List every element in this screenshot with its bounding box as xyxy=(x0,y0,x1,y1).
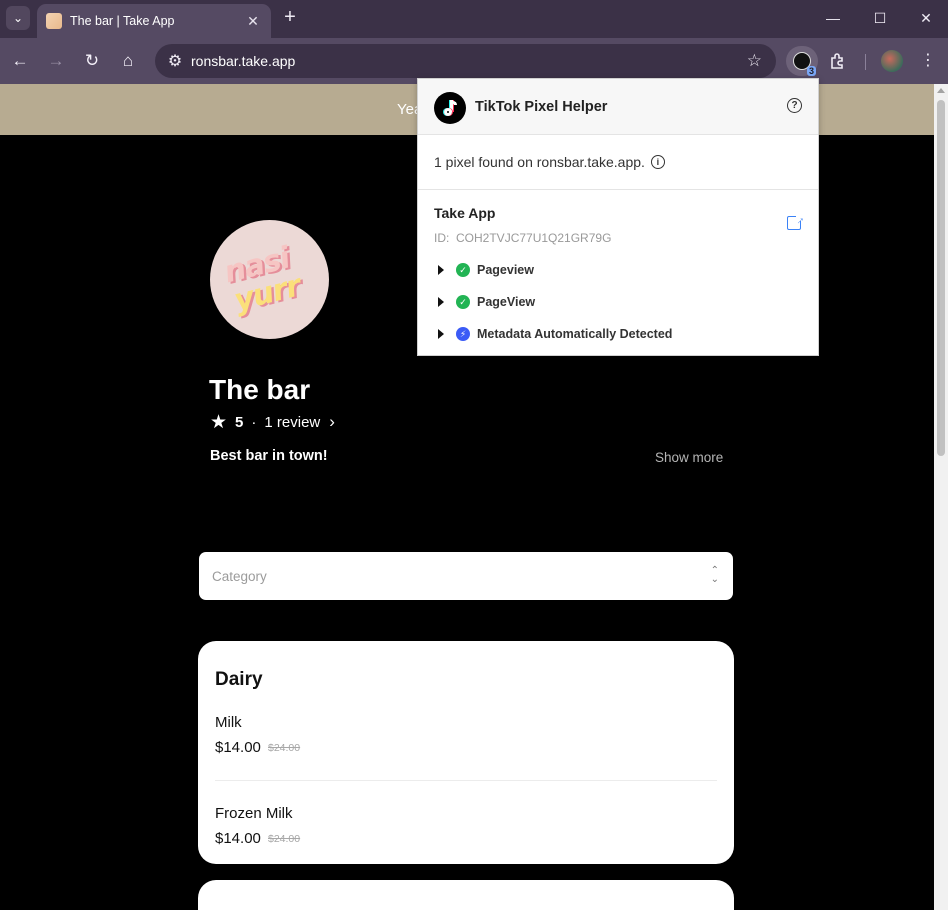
caret-right-icon[interactable] xyxy=(438,265,444,275)
event-row-pageview-2[interactable]: ✓ PageView xyxy=(438,293,535,311)
reload-icon: ↻ xyxy=(84,51,100,70)
close-icon: ✕ xyxy=(247,12,259,29)
event-label: Pageview xyxy=(477,263,534,277)
popup-divider xyxy=(418,189,818,190)
back-button[interactable]: ← xyxy=(8,49,32,73)
category-card-dairy: Dairy Milk $14.00 $24.00 Frozen Milk $14… xyxy=(198,641,734,864)
event-label: PageView xyxy=(477,295,536,309)
pixel-id-value: COH2TVJC77U1Q21GR79G xyxy=(456,231,612,245)
check-circle-icon: ✓ xyxy=(456,295,470,309)
section-title: Dairy xyxy=(215,669,263,690)
pixel-name: Take App xyxy=(434,205,496,221)
item-divider xyxy=(215,780,717,781)
popup-header: TikTok Pixel Helper ? xyxy=(418,79,818,135)
extensions-button[interactable] xyxy=(822,46,854,76)
caret-right-icon[interactable] xyxy=(438,329,444,339)
tiktok-logo-icon xyxy=(434,92,466,124)
reload-button[interactable]: ↻ xyxy=(80,49,104,73)
star-icon[interactable]: ☆ xyxy=(747,51,762,71)
category-card-next xyxy=(198,880,734,910)
store-name: The bar xyxy=(209,374,311,405)
product-price: $14.00 xyxy=(215,739,261,756)
tiktok-extension-button[interactable]: 3 xyxy=(786,46,818,76)
category-placeholder: Category xyxy=(212,569,267,584)
chevron-down-icon: ⌄ xyxy=(12,11,24,25)
pixel-id-label: ID: xyxy=(434,231,450,245)
popup-title: TikTok Pixel Helper xyxy=(475,99,608,115)
product-original-price: $24.00 xyxy=(268,742,301,754)
help-icon[interactable]: ? xyxy=(787,98,802,113)
maximize-button[interactable]: ☐ xyxy=(857,0,903,36)
event-row-metadata[interactable]: ⚡ Metadata Automatically Detected xyxy=(438,325,672,343)
scroll-thumb[interactable] xyxy=(937,100,945,456)
minimize-button[interactable]: — xyxy=(810,0,856,36)
tab-bar: ⌄ The bar | Take App ✕ + — ☐ ✕ xyxy=(0,0,948,38)
close-window-button[interactable]: ✕ xyxy=(903,0,948,36)
show-more-button[interactable]: Show more xyxy=(655,450,723,465)
url-text[interactable]: ronsbar.take.app xyxy=(191,53,295,69)
check-circle-icon: ✓ xyxy=(456,263,470,277)
home-icon: ⌂ xyxy=(122,51,134,70)
new-tab-button[interactable]: + xyxy=(280,6,300,28)
site-info-button[interactable]: ⚙ xyxy=(163,49,187,73)
plus-icon: + xyxy=(284,6,296,28)
product-price: $14.00 xyxy=(215,830,261,847)
tab-active[interactable]: The bar | Take App ✕ xyxy=(37,4,271,38)
forward-button[interactable]: → xyxy=(44,49,68,73)
profile-avatar[interactable] xyxy=(881,50,903,72)
tab-search-button[interactable]: ⌄ xyxy=(6,6,30,30)
pixel-id: ID: COH2TVJC77U1Q21GR79G xyxy=(434,231,611,245)
minimize-icon: — xyxy=(826,10,840,26)
toolbar-divider xyxy=(865,54,866,70)
bolt-icon: ⚡ xyxy=(456,327,470,341)
arrow-right-icon: → xyxy=(47,51,65,70)
rating-separator: · xyxy=(251,413,257,431)
rating-value: 5 xyxy=(235,413,244,431)
tiktok-pixel-helper-popup: TikTok Pixel Helper ? 1 pixel found on r… xyxy=(417,78,819,356)
scroll-up-arrow-icon[interactable] xyxy=(937,88,945,93)
menu-button[interactable]: ⋮ xyxy=(918,50,938,70)
store-description: Best bar in town! xyxy=(210,448,328,464)
tab-title: The bar | Take App xyxy=(70,14,175,28)
event-row-pageview[interactable]: ✓ Pageview xyxy=(438,261,534,279)
close-tab-button[interactable]: ✕ xyxy=(243,11,263,31)
maximize-icon: ☐ xyxy=(873,9,887,26)
category-select[interactable]: Category ⌃ ⌄ xyxy=(199,552,733,600)
star-icon: ★ xyxy=(210,411,228,433)
pixel-found-message: 1 pixel found on ronsbar.take.app. i xyxy=(434,154,665,170)
puzzle-icon xyxy=(831,53,843,69)
page-scrollbar[interactable] xyxy=(934,84,948,910)
caret-right-icon[interactable] xyxy=(438,297,444,307)
arrow-left-icon: ← xyxy=(11,51,29,70)
close-icon: ✕ xyxy=(920,9,932,26)
address-bar[interactable]: ⚙ ronsbar.take.app ☆ xyxy=(155,44,776,78)
extension-badge: 3 xyxy=(806,66,816,76)
kebab-icon: ⋮ xyxy=(920,52,936,69)
product-name: Milk xyxy=(215,714,242,731)
review-count: 1 review xyxy=(264,413,321,431)
pixel-found-text: 1 pixel found on ronsbar.take.app. xyxy=(434,154,645,170)
info-icon[interactable]: i xyxy=(650,155,665,169)
chevron-right-icon: › xyxy=(329,412,335,431)
event-label: Metadata Automatically Detected xyxy=(477,327,673,341)
rating-row[interactable]: ★ 5 · 1 review › xyxy=(210,412,335,432)
favicon-icon xyxy=(46,13,62,29)
tune-icon: ⚙ xyxy=(167,53,183,70)
product-name: Frozen Milk xyxy=(215,805,293,822)
chevron-updown-icon: ⌃ ⌄ xyxy=(710,565,719,585)
home-button[interactable]: ⌂ xyxy=(116,49,140,73)
store-logo: nasi yurr xyxy=(210,220,329,339)
product-original-price: $24.00 xyxy=(268,833,301,845)
